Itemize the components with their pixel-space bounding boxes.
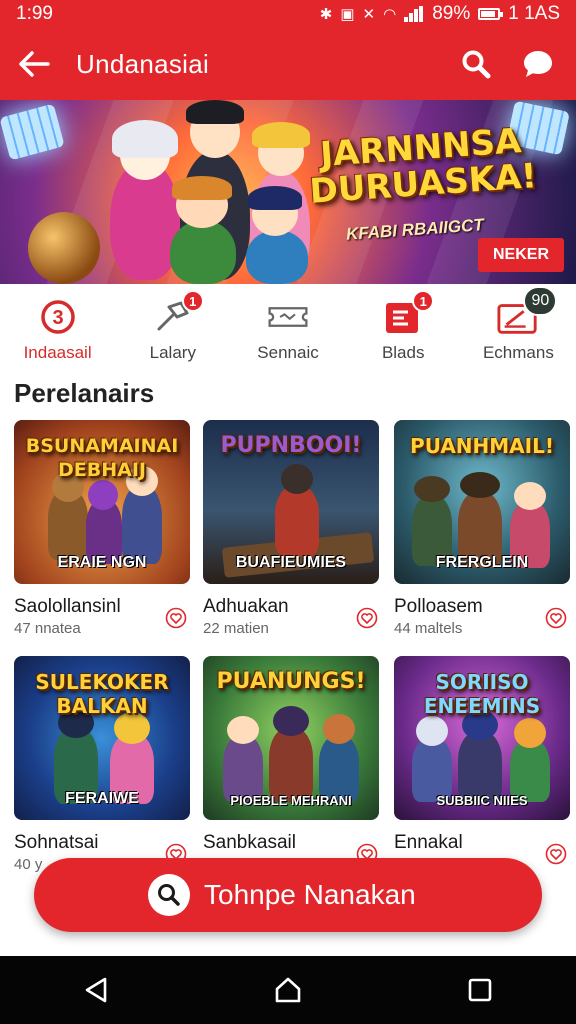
game-thumbnail: PUANHMAIL! FRERGLEIN (394, 420, 570, 584)
game-name: Adhuakan (203, 596, 289, 617)
game-thumb-title: SULEKOKER BALKAN (35, 670, 169, 718)
toolbar: Undanasiai (0, 34, 576, 94)
status-clock: 1 1AS (508, 3, 560, 24)
search-games-label: Tohnpe Nanakan (204, 879, 416, 910)
hammer-icon: 1 (152, 290, 204, 336)
game-meta: 22 matien (203, 620, 269, 637)
chat-icon[interactable] (518, 44, 558, 84)
category-badge: 1 (181, 290, 204, 312)
favorite-heart-icon[interactable] (164, 606, 188, 630)
banner-title: JARNNNSA DURUASKA! (308, 121, 539, 212)
system-nav-bar (0, 956, 576, 1024)
game-meta: 40 y (14, 856, 43, 873)
ball-illustration (28, 212, 100, 284)
nav-home-icon[interactable] (264, 966, 312, 1014)
category-tab-1[interactable]: 1 Lalary (115, 284, 230, 370)
category-badge: 1 (412, 290, 435, 312)
document-icon: 1 (382, 290, 435, 336)
game-thumb-caption: SUBBIIC NIIES (436, 793, 528, 808)
game-name: Polloasem (394, 596, 483, 617)
game-thumbnail: PUPNBOOI! BUAFIEUMIES (203, 420, 379, 584)
game-name: Sanbkasail (203, 832, 296, 853)
wifi-icon: ◠ (383, 6, 397, 23)
game-thumb-caption: PIOEBLE MEHRANI (230, 793, 352, 808)
svg-text:3: 3 (52, 307, 63, 329)
category-badge: 90 (523, 286, 558, 316)
circle-three-icon: 3 (37, 298, 79, 336)
back-arrow-icon[interactable] (14, 44, 54, 84)
game-thumbnail: BSUNAMAINAI DEBHAIJ ERAIE NGN (14, 420, 190, 584)
banner-cta-button[interactable]: NEKER (478, 238, 564, 272)
nav-recents-icon[interactable] (456, 966, 504, 1014)
search-games-button[interactable]: Tohnpe Nanakan (34, 858, 542, 932)
game-thumb-caption: BUAFIEUMIES (235, 554, 347, 571)
category-tab-3[interactable]: 1 Blads (346, 284, 461, 370)
status-bar: 1:99 ✱ ▣ ✕ ◠ 89% 1 1AS (0, 0, 576, 28)
category-tab-4[interactable]: 90 Echmans (461, 284, 576, 370)
game-name: Saolollansinl (14, 596, 121, 617)
category-tab-2[interactable]: Sennaic (230, 284, 345, 370)
category-label: Lalary (149, 343, 196, 362)
edit-card-icon: 90 (497, 286, 558, 336)
nfc-icon: ▣ (340, 6, 355, 23)
game-thumb-caption: ERAIE NGN (57, 554, 147, 571)
game-thumb-title: BSUNAMAINAI DEBHAIJ (25, 435, 179, 481)
game-thumb-title: PUANUNGS! (216, 669, 366, 694)
app-title: Undanasiai (76, 48, 210, 79)
game-thumbnail: SULEKOKER BALKAN FERAIWE (14, 656, 190, 820)
game-name: Sohnatsai (14, 832, 99, 853)
game-name: Ennakal (394, 832, 463, 853)
category-label: Sennaic (257, 343, 319, 362)
search-icon[interactable] (456, 44, 496, 84)
app-bar: 1:99 ✱ ▣ ✕ ◠ 89% 1 1AS Undanasiai (0, 0, 576, 100)
nav-back-icon[interactable] (72, 966, 120, 1014)
game-thumb-caption: FRERGLEIN (435, 554, 529, 571)
game-thumb-title: PUPNBOOI! (220, 433, 362, 458)
favorite-heart-icon[interactable] (355, 606, 379, 630)
game-thumbnail: PUANUNGS! PIOEBLE MEHRANI (203, 656, 379, 820)
game-meta: 44 maltels (394, 620, 463, 637)
category-label: Blads (381, 343, 425, 362)
game-meta: 47 nnatea (14, 620, 81, 637)
category-label: Indaasail (23, 343, 92, 362)
favorite-heart-icon[interactable] (544, 842, 568, 866)
search-icon (148, 874, 190, 916)
bluetooth-icon: ✱ (319, 6, 333, 23)
category-tab-0[interactable]: 3 Indaasail (0, 284, 115, 370)
category-tabs: 3 Indaasail 1 Lalary Sennaic 1 Blads 90 … (0, 284, 576, 370)
signal-icon (404, 6, 424, 22)
category-label: Echmans (482, 343, 554, 362)
stadium-light-left (0, 103, 65, 161)
status-time: 1:99 (16, 3, 53, 24)
ticket-icon (267, 298, 309, 336)
section-title: Perelanairs (14, 378, 155, 408)
game-thumb-title: SORIISO ENEEMINS (423, 670, 541, 718)
favorite-heart-icon[interactable] (544, 606, 568, 630)
game-thumbnail: SORIISO ENEEMINS SUBBIIC NIIES (394, 656, 570, 820)
mute-icon: ✕ (362, 6, 376, 23)
game-thumb-caption: FERAIWE (65, 790, 139, 807)
battery-icon (478, 8, 504, 20)
game-thumb-title: PUANHMAIL! (410, 434, 554, 458)
battery-percent: 89% (432, 3, 471, 24)
